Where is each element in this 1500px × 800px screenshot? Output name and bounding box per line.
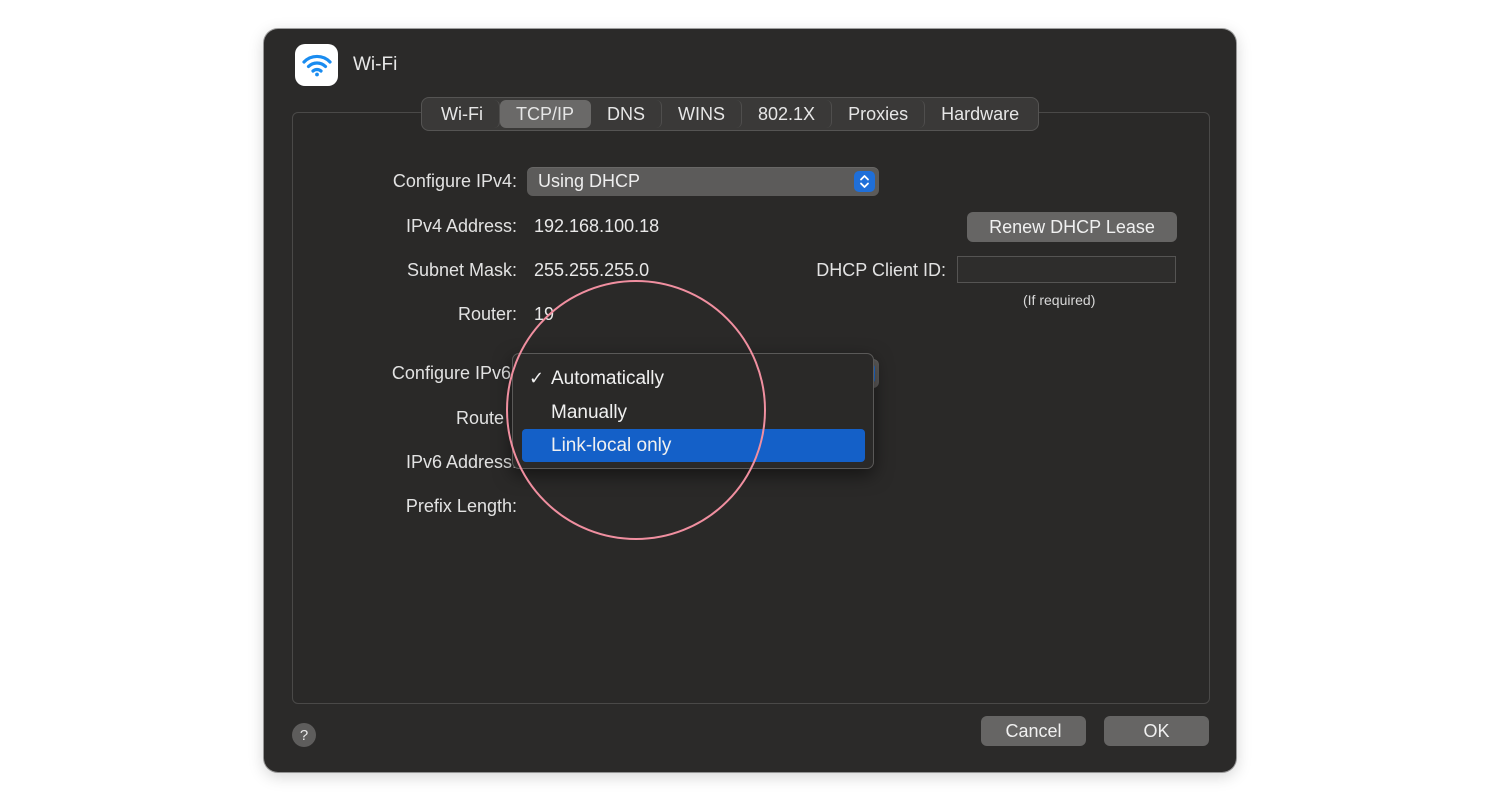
prefix-length-label: Prefix Length: bbox=[405, 496, 517, 516]
cancel-button[interactable]: Cancel bbox=[981, 716, 1086, 746]
dhcp-client-id-label: DHCP Client ID: bbox=[816, 260, 946, 280]
configure-ipv6-label: Configure IPv6 bbox=[391, 363, 511, 383]
window-title: Wi-Fi bbox=[353, 54, 398, 75]
router-label: Router: bbox=[457, 304, 517, 324]
dhcp-client-id-hint: (If required) bbox=[1023, 292, 1096, 308]
menu-item-automatically[interactable]: ✓ Automatically bbox=[522, 362, 865, 395]
subnet-mask-label: Subnet Mask: bbox=[406, 260, 517, 280]
tab-dns[interactable]: DNS bbox=[591, 100, 663, 128]
router-value: 19 bbox=[534, 304, 555, 324]
configure-ipv4-label: Configure IPv4: bbox=[392, 171, 517, 191]
tab-wins[interactable]: WINS bbox=[662, 100, 743, 128]
subnet-mask-value: 255.255.255.0 bbox=[534, 260, 650, 280]
tab-proxies[interactable]: Proxies bbox=[832, 100, 926, 128]
menu-item-manually[interactable]: Manually bbox=[522, 396, 865, 429]
chevron-updown-icon bbox=[854, 171, 875, 192]
dhcp-client-id-field[interactable] bbox=[957, 256, 1176, 283]
configure-ipv4-popup[interactable]: Using DHCP bbox=[527, 167, 879, 196]
ipv6-router-label: Route bbox=[455, 408, 504, 428]
configure-ipv6-menu: ✓ Automatically Manually Link-local only bbox=[512, 353, 874, 469]
ipv6-address-label: IPv6 Address: bbox=[405, 452, 517, 472]
menu-item-label: Automatically bbox=[551, 367, 664, 389]
configure-ipv4-value: Using DHCP bbox=[538, 171, 641, 191]
ipv4-address-value: 192.168.100.18 bbox=[534, 216, 660, 236]
wifi-icon bbox=[295, 44, 338, 86]
menu-item-link-local-only[interactable]: Link-local only bbox=[522, 429, 865, 462]
tab-bar: Wi-Fi TCP/IP DNS WINS 802.1X Proxies Har… bbox=[421, 97, 1040, 131]
network-settings-window: Wi-Fi Wi-Fi TCP/IP DNS WINS 802.1X Proxi… bbox=[264, 29, 1236, 772]
tab-tcpip[interactable]: TCP/IP bbox=[499, 100, 591, 128]
tab-wifi[interactable]: Wi-Fi bbox=[425, 100, 500, 128]
tab-8021x[interactable]: 802.1X bbox=[742, 100, 833, 128]
ipv4-address-label: IPv4 Address: bbox=[405, 216, 517, 236]
ok-button[interactable]: OK bbox=[1104, 716, 1209, 746]
checkmark-icon: ✓ bbox=[529, 368, 545, 388]
tab-hardware[interactable]: Hardware bbox=[925, 100, 1035, 128]
menu-item-label: Link-local only bbox=[551, 434, 672, 456]
menu-item-label: Manually bbox=[551, 401, 628, 423]
renew-dhcp-lease-button[interactable]: Renew DHCP Lease bbox=[967, 212, 1177, 242]
help-button[interactable]: ? bbox=[292, 723, 316, 747]
